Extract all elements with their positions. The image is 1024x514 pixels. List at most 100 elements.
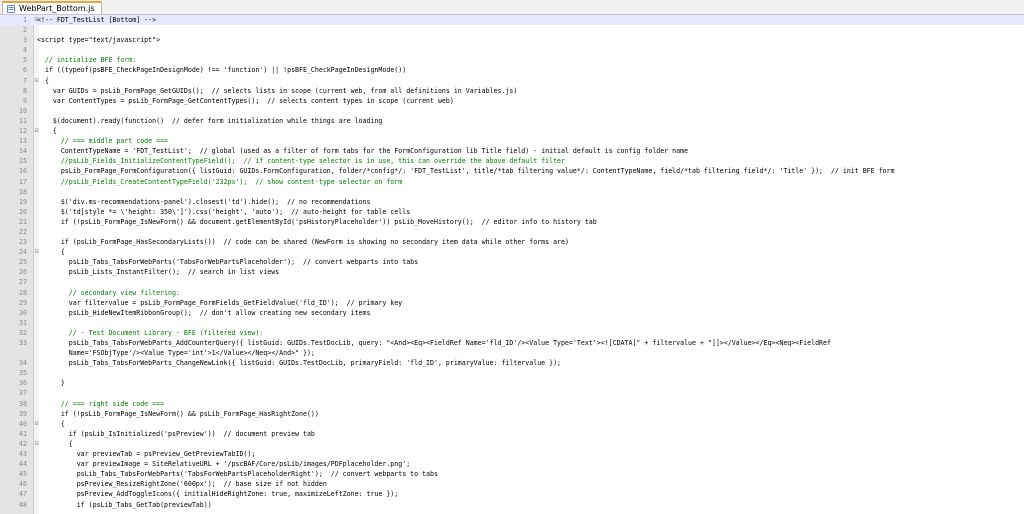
- code-line[interactable]: 9 var ContentTypes = psLib_FormPage_GetC…: [0, 96, 1024, 106]
- line-number: 30: [19, 308, 27, 317]
- line-number: 6: [23, 66, 27, 75]
- code-line[interactable]: 41 if (psLib_IsInitialized('psPreview'))…: [0, 429, 1024, 439]
- code-line[interactable]: 24 ⊟ {: [0, 247, 1024, 257]
- code-line[interactable]: 28 // secondary view filtering:: [0, 288, 1024, 298]
- code-line[interactable]: 20 $('td[style *= \'height: 350\']').css…: [0, 207, 1024, 217]
- line-number: 26: [19, 268, 27, 277]
- line-number: 29: [19, 298, 27, 307]
- code-line[interactable]: 31: [0, 318, 1024, 328]
- line-number: 19: [19, 197, 27, 206]
- code-line[interactable]: 32 // - Test Document Library - BFE (fil…: [0, 328, 1024, 338]
- code-line[interactable]: 27: [0, 277, 1024, 287]
- line-number: 42: [19, 439, 27, 448]
- code-text: {: [37, 419, 65, 428]
- line-number: 34: [19, 359, 27, 368]
- code-line[interactable]: 34 psLib_Tabs_TabsForWebParts_ChangeNewL…: [0, 358, 1024, 368]
- code-line[interactable]: 45 psLib_Tabs_TabsForWebParts('TabsForWe…: [0, 469, 1024, 479]
- code-text: //psLib_Fields_InitializeContentTypeFiel…: [37, 157, 565, 166]
- code-line[interactable]: 22: [0, 227, 1024, 237]
- line-number: 20: [19, 207, 27, 216]
- code-line[interactable]: 38 // === right side code ===: [0, 399, 1024, 409]
- code-text: {: [37, 76, 49, 85]
- code-line[interactable]: 5 // initialize BFE form:: [0, 55, 1024, 65]
- code-text: psLib_HideNewItemRibbonGroup(); // don't…: [37, 308, 371, 317]
- code-line[interactable]: 1 ⊟ <!-- FDT_TestList [Bottom] -->: [0, 15, 1024, 26]
- code-line[interactable]: 13 // === middle part code ===: [0, 136, 1024, 146]
- line-number: 36: [19, 379, 27, 388]
- line-number: 13: [19, 137, 27, 146]
- line-number: 14: [19, 147, 27, 156]
- code-line[interactable]: 44 var previewImage = SiteRelativeURL + …: [0, 459, 1024, 469]
- code-line[interactable]: 40 ⊟ {: [0, 419, 1024, 429]
- code-text: psLib_Tabs_TabsForWebParts('TabsForWebPa…: [37, 258, 419, 267]
- code-line[interactable]: 21 if (!psLib_FormPage_IsNewForm() && do…: [0, 217, 1024, 227]
- line-number: 23: [19, 238, 27, 247]
- line-number: 4: [23, 46, 27, 55]
- code-text: <script type="text/javascript">: [37, 36, 161, 45]
- code-line[interactable]: 10: [0, 106, 1024, 116]
- code-line[interactable]: 26 psLib_Lists_InstantFilter(); // searc…: [0, 267, 1024, 277]
- code-line[interactable]: 4: [0, 45, 1024, 55]
- line-number: 45: [19, 470, 27, 479]
- code-line[interactable]: 46 psPreview_ResizeRightZone('600px'); /…: [0, 479, 1024, 489]
- code-line[interactable]: 3 <script type="text/javascript">: [0, 35, 1024, 45]
- code-line[interactable]: 42 ⊟ {: [0, 439, 1024, 449]
- code-text: ContentTypeName = 'FDT_TestList'; // glo…: [37, 147, 689, 156]
- code-text: // === middle part code ===: [37, 137, 169, 146]
- code-line[interactable]: Name='FSObjType'/><Value Type='int'>1</V…: [0, 348, 1024, 358]
- line-number: 39: [19, 409, 27, 418]
- code-line[interactable]: 6 if ((typeof(psBFE_CheckPageInDesignMod…: [0, 65, 1024, 75]
- line-number: 28: [19, 288, 27, 297]
- code-text: // secondary view filtering:: [37, 288, 180, 297]
- code-text: psLib_Tabs_TabsForWebParts_AddCounterQue…: [37, 339, 831, 347]
- code-line[interactable]: 33 psLib_Tabs_TabsForWebParts_AddCounter…: [0, 338, 1024, 348]
- line-number: 17: [19, 177, 27, 186]
- code-line[interactable]: 12 ⊟ {: [0, 126, 1024, 136]
- code-line[interactable]: 25 psLib_Tabs_TabsForWebParts('TabsForWe…: [0, 257, 1024, 267]
- code-text: psLib_Lists_InstantFilter(); // search i…: [37, 268, 280, 277]
- code-line[interactable]: 14 ContentTypeName = 'FDT_TestList'; // …: [0, 146, 1024, 156]
- code-line[interactable]: 16 psLib_FormPage_FormConfiguration({ li…: [0, 166, 1024, 176]
- code-text: {: [37, 439, 73, 448]
- code-line[interactable]: 19 $('div.ms-recommendations-panel').clo…: [0, 197, 1024, 207]
- code-line[interactable]: 15 //psLib_Fields_InitializeContentTypeF…: [0, 156, 1024, 166]
- code-text: Name='FSObjType'/><Value Type='int'>1</V…: [37, 349, 315, 358]
- code-line[interactable]: 18: [0, 187, 1024, 197]
- code-line[interactable]: 23 if (psLib_FormPage_HasSecondaryLists(…: [0, 237, 1024, 247]
- code-line[interactable]: 36 }: [0, 378, 1024, 388]
- line-number: 15: [19, 157, 27, 166]
- line-number: 10: [19, 106, 27, 115]
- code-text: var previewTab = psPreview_GetPreviewTab…: [37, 450, 256, 459]
- code-lines: 1 ⊟ <!-- FDT_TestList [Bottom] --> 2 3 <scrip…: [0, 15, 1024, 510]
- line-number: 25: [19, 258, 27, 267]
- code-line[interactable]: 43 var previewTab = psPreview_GetPreview…: [0, 449, 1024, 459]
- code-text: // - Test Document Library - BFE (filter…: [37, 328, 264, 337]
- code-line[interactable]: 2: [0, 25, 1024, 35]
- line-number: 38: [19, 399, 27, 408]
- code-text: if (psLib_FormPage_HasSecondaryLists()) …: [37, 238, 569, 247]
- line-number: 1: [23, 16, 27, 24]
- code-line[interactable]: 29 var filtervalue = psLib_FormPage_Form…: [0, 298, 1024, 308]
- tab-webpart-bottom-js[interactable]: WebPart_Bottom.js: [2, 1, 102, 14]
- line-number: 21: [19, 217, 27, 226]
- code-text: // === right side code ===: [37, 399, 165, 408]
- code-line[interactable]: 39 if (!psLib_FormPage_IsNewForm() && ps…: [0, 409, 1024, 419]
- code-editor[interactable]: 1 ⊟ <!-- FDT_TestList [Bottom] --> 2 3 <scrip…: [0, 15, 1024, 514]
- code-text: var GUIDs = psLib_FormPage_GetGUIDs(); /…: [37, 86, 518, 95]
- code-text: psPreview_AddToggleIcons({ initialHideRi…: [37, 490, 399, 499]
- code-line[interactable]: 7 ⊟ {: [0, 76, 1024, 86]
- tab-bar: WebPart_Bottom.js: [0, 0, 1024, 15]
- code-line[interactable]: 11 $(document).ready(function() // defer…: [0, 116, 1024, 126]
- line-number: 22: [19, 227, 27, 236]
- code-text: if (psLib_IsInitialized('psPreview')) //…: [37, 429, 315, 438]
- code-line[interactable]: 37: [0, 388, 1024, 398]
- code-line[interactable]: 35: [0, 368, 1024, 378]
- code-line[interactable]: 48 if (psLib_Tabs_GetTab(previewTab)): [0, 500, 1024, 510]
- code-text: if (psLib_Tabs_GetTab(previewTab)): [37, 500, 212, 509]
- code-line[interactable]: 17 //psLib_Fields_CreateContentTypeField…: [0, 177, 1024, 187]
- line-number: 16: [19, 167, 27, 176]
- code-line[interactable]: 47 psPreview_AddToggleIcons({ initialHid…: [0, 489, 1024, 499]
- code-line[interactable]: 8 var GUIDs = psLib_FormPage_GetGUIDs();…: [0, 86, 1024, 96]
- code-line[interactable]: 30 psLib_HideNewItemRibbonGroup(); // do…: [0, 308, 1024, 318]
- line-number: 35: [19, 369, 27, 378]
